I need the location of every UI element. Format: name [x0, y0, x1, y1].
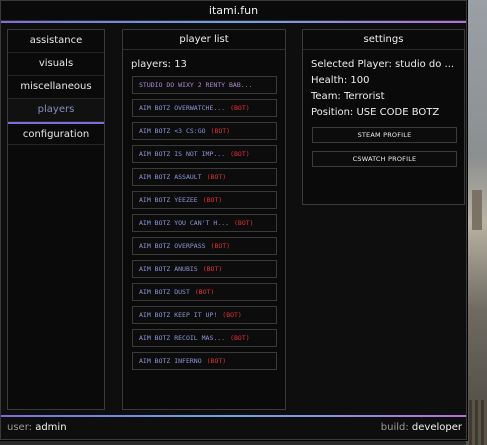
player-row[interactable]: AIM BOTZ OVERPASS (BOT): [132, 237, 277, 255]
player-name: AIM BOTZ YOU CAN'T H...: [139, 219, 230, 227]
sidebar-item-assistance[interactable]: assistance: [8, 30, 104, 53]
player-row[interactable]: AIM BOTZ YOU CAN'T H... (BOT): [132, 214, 277, 232]
window-title[interactable]: itami.fun: [1, 1, 466, 21]
build-value: developer: [411, 422, 462, 433]
player-row[interactable]: AIM BOTZ OVERWATCHE... (BOT): [132, 99, 277, 117]
player-row[interactable]: AIM BOTZ RECOIL MAS... (BOT): [132, 329, 277, 347]
player-row[interactable]: AIM BOTZ YEEZEE (BOT): [132, 191, 277, 209]
settings-header: settings: [303, 30, 464, 50]
background-pole: [472, 190, 482, 230]
player-row[interactable]: STUDIO DO WIXY 2 RENTY BAB...: [132, 76, 277, 94]
background-ground: [466, 400, 487, 445]
footer-user: user: admin: [7, 419, 67, 437]
player-row[interactable]: AIM BOTZ ANUBIS (BOT): [132, 260, 277, 278]
sidebar-item-visuals[interactable]: visuals: [8, 53, 104, 76]
bot-tag: (BOT): [202, 265, 223, 273]
position-text: Position: USE CODE BOTZ: [311, 107, 440, 118]
footer-bar: user: admin build: developer: [1, 419, 466, 439]
player-row[interactable]: AIM BOTZ DUST (BOT): [132, 283, 277, 301]
bot-tag: (BOT): [202, 196, 223, 204]
sidebar-item-players[interactable]: players: [8, 99, 104, 122]
health-text: Health: 100: [311, 75, 370, 86]
cswatch-profile-button[interactable]: CSWATCH PROFILE: [312, 151, 457, 167]
player-name: AIM BOTZ ANUBIS: [139, 265, 198, 273]
cheat-menu-window: itami.fun assistance visuals miscellaneo…: [0, 0, 468, 441]
team-text: Team: Terrorist: [311, 91, 385, 102]
player-name: AIM BOTZ OVERWATCHE...: [139, 104, 226, 112]
player-name: STUDIO DO WIXY 2 RENTY BAB...: [139, 81, 253, 89]
user-value: admin: [35, 422, 67, 433]
player-list-header: player list: [123, 30, 285, 50]
bot-tag: (BOT): [234, 219, 254, 227]
bot-tag: (BOT): [206, 173, 227, 181]
bot-tag: (BOT): [194, 288, 215, 296]
player-row[interactable]: AIM BOTZ KEEP IT UP! (BOT): [132, 306, 277, 324]
player-name: AIM BOTZ DUST: [139, 288, 190, 296]
player-row[interactable]: AIM BOTZ <3 CS:GO (BOT): [132, 122, 277, 140]
player-name: AIM BOTZ IS NOT IMP...: [139, 150, 226, 158]
player-name: AIM BOTZ RECOIL MAS...: [139, 334, 226, 342]
player-list-panel: player list players: 13 STUDIO DO WIXY 2…: [122, 29, 286, 410]
bot-tag: (BOT): [222, 311, 242, 319]
player-name: AIM BOTZ YEEZEE: [139, 196, 198, 204]
player-name: AIM BOTZ KEEP IT UP!: [139, 311, 218, 319]
player-row[interactable]: AIM BOTZ INFERNO (BOT): [132, 352, 277, 370]
steam-profile-button[interactable]: STEAM PROFILE: [312, 127, 457, 143]
player-row[interactable]: AIM BOTZ IS NOT IMP... (BOT): [132, 145, 277, 163]
player-row[interactable]: AIM BOTZ ASSAULT (BOT): [132, 168, 277, 186]
bot-tag: (BOT): [230, 104, 250, 112]
bot-tag: (BOT): [230, 334, 250, 342]
bot-tag: (BOT): [206, 357, 227, 365]
selected-player-text: Selected Player: studio do ...: [311, 59, 455, 70]
player-name: AIM BOTZ ASSAULT: [139, 173, 202, 181]
bot-tag: (BOT): [210, 127, 231, 135]
user-label: user:: [7, 422, 33, 433]
player-info: Selected Player: studio do ... Health: 1…: [303, 50, 464, 121]
background-game-scene: [466, 0, 487, 445]
player-name: AIM BOTZ OVERPASS: [139, 242, 206, 250]
title-accent-line: [1, 21, 466, 23]
settings-panel: settings Selected Player: studio do ... …: [302, 29, 465, 205]
build-label: build:: [380, 422, 409, 433]
player-name: AIM BOTZ <3 CS:GO: [139, 127, 206, 135]
sidebar-item-miscellaneous[interactable]: miscellaneous: [8, 76, 104, 99]
footer-accent-line: [1, 415, 466, 417]
bot-tag: (BOT): [210, 242, 231, 250]
bot-tag: (BOT): [230, 150, 250, 158]
player-name: AIM BOTZ INFERNO: [139, 357, 202, 365]
players-count: players: 13: [131, 59, 187, 70]
footer-build: build: developer: [381, 419, 462, 437]
sidebar-item-configuration[interactable]: configuration: [8, 122, 104, 145]
sidebar-nav: assistance visuals miscellaneous players…: [7, 29, 105, 410]
